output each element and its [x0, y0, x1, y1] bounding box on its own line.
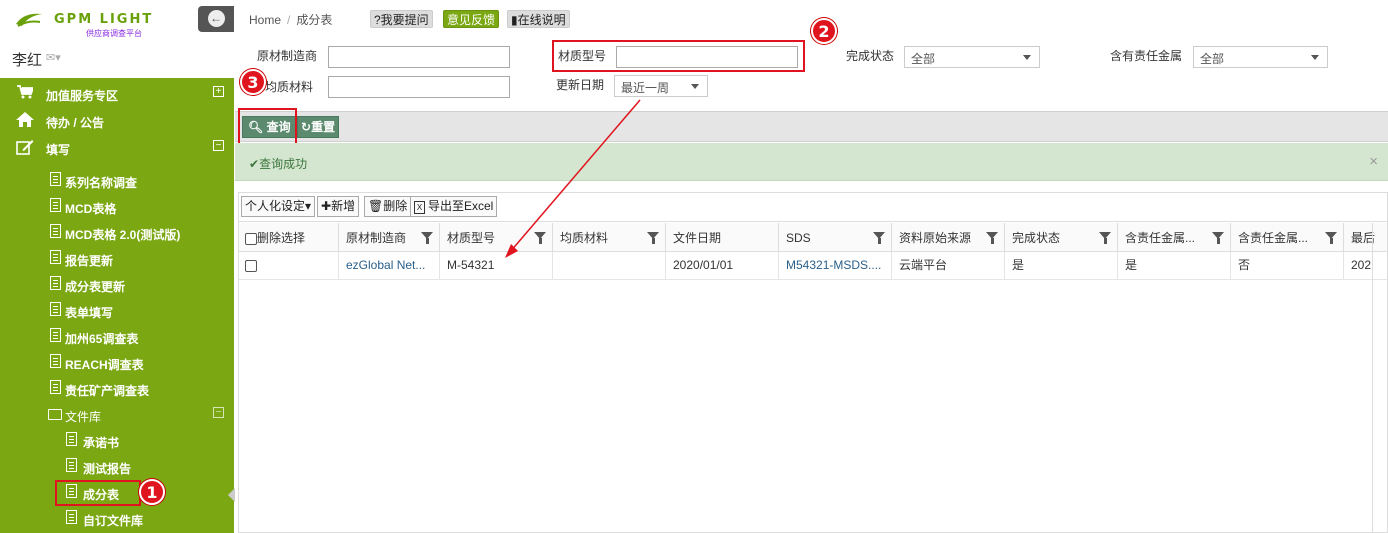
expand-icon[interactable]: +: [213, 86, 224, 97]
user-name: 李红: [12, 52, 43, 69]
nav-item-value-added[interactable]: 加值服务专区 +: [0, 81, 234, 107]
nav-subitem-label: REACH调查表: [65, 358, 144, 372]
nav-folder-label: 文件库: [65, 410, 102, 424]
cart-icon: [16, 85, 35, 103]
mail-dropdown-icon[interactable]: ✉▾: [46, 51, 61, 64]
edit-icon: [16, 139, 34, 157]
nav-subitem-label: MCD表格 2.0(测试版): [65, 228, 181, 242]
nav-subitem-label: 责任矿产调查表: [65, 384, 150, 398]
nav-item-label: 待办 / 公告: [46, 116, 105, 130]
nav-subitem-label: MCD表格: [65, 202, 117, 216]
logo-text: GPM LIGHT: [54, 12, 154, 27]
file-icon: [49, 172, 61, 186]
file-icon: [49, 302, 61, 316]
active-indicator: [228, 488, 235, 502]
annotation-arrow: [505, 99, 641, 258]
file-icon: [65, 510, 77, 524]
file-icon: [49, 198, 61, 212]
collapse-sidebar-button[interactable]: ←: [198, 6, 234, 32]
annotation-badge-1: 1: [139, 479, 165, 505]
nav-subitem[interactable]: MCD表格: [0, 194, 234, 220]
nav-folder-library[interactable]: 文件库 −: [0, 402, 234, 428]
home-icon: [16, 112, 34, 130]
nav-item-label: 加值服务专区: [46, 89, 119, 103]
user-row[interactable]: 李红 ✉▾: [0, 38, 234, 78]
file-icon: [49, 328, 61, 342]
nav-file-label: 自订文件库: [83, 514, 144, 528]
file-icon: [65, 458, 77, 472]
nav-file[interactable]: 承诺书: [0, 428, 234, 454]
nav-subitem[interactable]: 表单填写: [0, 298, 234, 324]
nav-subitem-label: 表单填写: [65, 306, 114, 320]
file-icon: [49, 224, 61, 238]
nav-file[interactable]: 测试报告: [0, 454, 234, 480]
logo-swoosh-icon: [16, 13, 42, 27]
nav-subitem[interactable]: 成分表更新: [0, 272, 234, 298]
nav-item-fill[interactable]: 填写 −: [0, 135, 234, 161]
nav-subitem-label: 系列名称调查: [65, 176, 138, 190]
nav-file-label: 承诺书: [83, 436, 120, 450]
sidebar: GPM LIGHT 供应商调查平台 ← 李红 ✉▾ 加值服务专区 + 待办 / …: [0, 0, 235, 533]
nav-subitem-label: 加州65调查表: [65, 332, 139, 346]
folder-icon: [48, 409, 62, 420]
arrow-left-icon: ←: [207, 10, 225, 28]
nav-subitem-label: 成分表更新: [65, 280, 126, 294]
nav-menu: 加值服务专区 + 待办 / 公告 填写 − 系列名称调查 MCD表格 MCD表格…: [0, 78, 234, 533]
nav-file-label: 测试报告: [83, 462, 132, 476]
file-icon: [49, 354, 61, 368]
nav-subitem[interactable]: 责任矿产调查表: [0, 376, 234, 402]
nav-file[interactable]: 自订文件库: [0, 506, 234, 532]
file-icon: [49, 380, 61, 394]
nav-item-label: 填写: [46, 143, 71, 157]
logo: GPM LIGHT 供应商调查平台: [14, 8, 174, 38]
nav-subitem[interactable]: 系列名称调查: [0, 168, 234, 194]
nav-subitem[interactable]: REACH调查表: [0, 350, 234, 376]
logo-bar: GPM LIGHT 供应商调查平台 ←: [0, 0, 234, 38]
annotation-box-ingredients: [55, 480, 141, 506]
main-content: Home / 成分表 ?我要提问 意见反馈 ▮在线说明 原材制造商 材质型号 2 完…: [235, 0, 1388, 533]
nav-item-todo[interactable]: 待办 / 公告: [0, 108, 234, 134]
nav-subitem[interactable]: 报告更新: [0, 246, 234, 272]
nav-subitem[interactable]: MCD表格 2.0(测试版): [0, 220, 234, 246]
collapse-icon[interactable]: −: [213, 140, 224, 151]
collapse-icon[interactable]: −: [213, 407, 224, 418]
file-icon: [49, 276, 61, 290]
file-icon: [49, 250, 61, 264]
nav-subitem-label: 报告更新: [65, 254, 114, 268]
file-icon: [65, 432, 77, 446]
nav-subitem[interactable]: 加州65调查表: [0, 324, 234, 350]
